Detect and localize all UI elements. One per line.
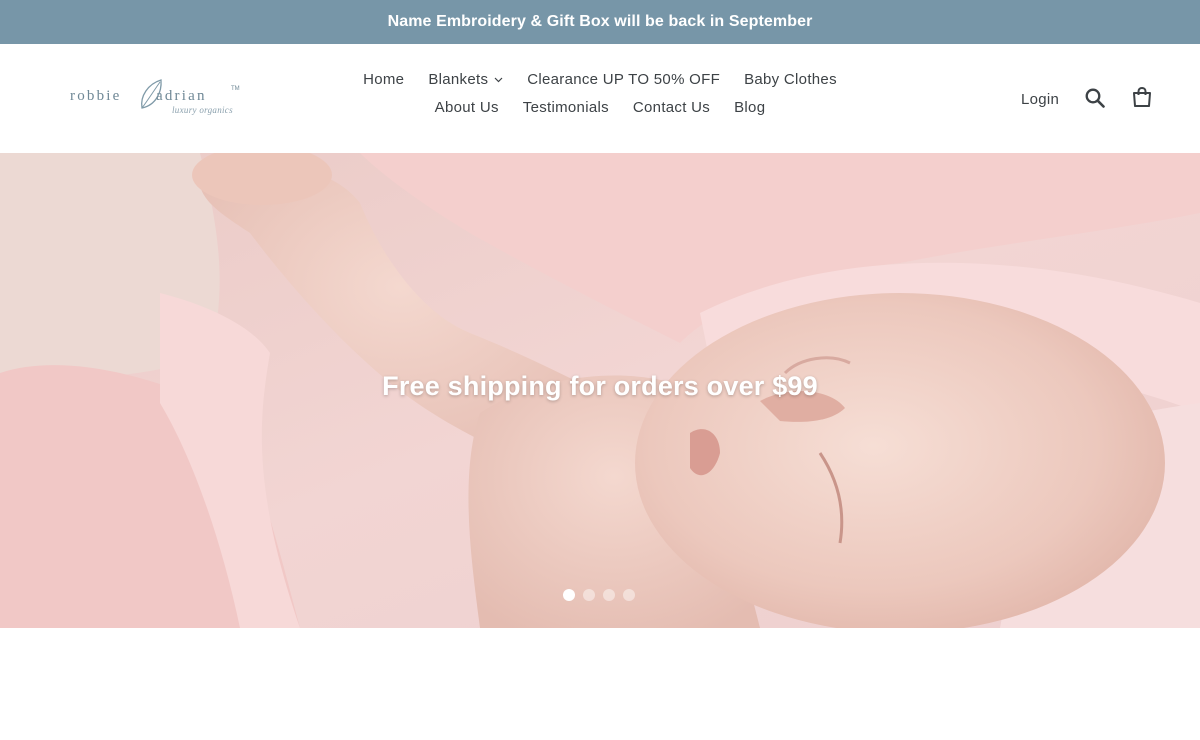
nav-item-about-us[interactable]: About Us: [423, 98, 511, 118]
logo-trademark: TM: [231, 86, 240, 92]
chevron-down-icon: [494, 77, 503, 83]
slide-dot-2[interactable]: [583, 589, 595, 601]
slide-dot-4[interactable]: [623, 589, 635, 601]
hero-slideshow: Free shipping for orders over $99: [0, 153, 1200, 628]
cart-icon: [1133, 86, 1151, 107]
main-navigation: Home Blankets Clearance UP TO 50% OFF Ba…: [346, 70, 854, 118]
nav-item-contact-us[interactable]: Contact Us: [621, 98, 722, 118]
nav-item-label: Blankets: [428, 71, 489, 88]
search-icon: [1085, 88, 1105, 108]
cart-button[interactable]: [1131, 86, 1153, 113]
site-logo[interactable]: robbie adrian TM luxury organics: [68, 78, 248, 118]
logo-tagline: luxury organics: [172, 105, 233, 115]
slide-dot-3[interactable]: [603, 589, 615, 601]
nav-row-secondary: About Us Testimonials Contact Us Blog: [346, 98, 854, 118]
nav-item-label: About Us: [434, 99, 499, 116]
nav-row-primary: Home Blankets Clearance UP TO 50% OFF Ba…: [346, 70, 854, 90]
nav-item-label: Contact Us: [632, 99, 711, 116]
logo-word-right: adrian: [156, 88, 207, 104]
logo-word-left: robbie: [70, 88, 122, 104]
nav-item-clearance[interactable]: Clearance UP TO 50% OFF: [515, 70, 732, 90]
nav-item-testimonials[interactable]: Testimonials: [511, 98, 621, 118]
nav-item-label: Blog: [734, 99, 766, 116]
announcement-bar: Name Embroidery & Gift Box will be back …: [0, 0, 1200, 44]
hero-caption: Free shipping for orders over $99: [382, 371, 818, 401]
nav-item-baby-clothes[interactable]: Baby Clothes: [732, 70, 849, 90]
nav-item-label: Testimonials: [522, 99, 609, 116]
site-header: robbie adrian TM luxury organics Home Bl…: [0, 44, 1200, 153]
search-button[interactable]: [1085, 88, 1105, 113]
nav-item-blankets[interactable]: Blankets: [416, 70, 515, 90]
nav-item-blog[interactable]: Blog: [722, 98, 777, 118]
announcement-text: Name Embroidery & Gift Box will be back …: [387, 13, 813, 30]
nav-item-label: Home: [363, 71, 405, 88]
slideshow-pagination: [563, 589, 635, 601]
nav-item-home[interactable]: Home: [351, 70, 416, 90]
nav-item-label: Clearance UP TO 50% OFF: [527, 71, 721, 88]
slide-dot-1[interactable]: [563, 589, 575, 601]
login-link[interactable]: Login: [1021, 91, 1059, 108]
nav-item-label: Baby Clothes: [744, 71, 837, 88]
